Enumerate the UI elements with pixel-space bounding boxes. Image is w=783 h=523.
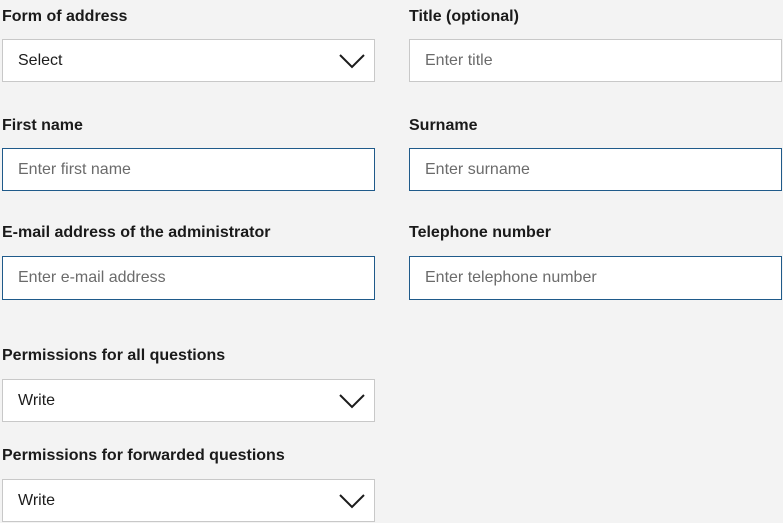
first-name-label: First name <box>2 117 83 134</box>
chevron-down-icon <box>339 53 365 68</box>
surname-input[interactable]: Enter surname <box>409 148 782 191</box>
form-of-address-value: Select <box>18 51 63 69</box>
telephone-label: Telephone number <box>409 224 551 241</box>
title-label: Title (optional) <box>409 8 519 25</box>
permissions-all-value: Write <box>18 391 56 409</box>
title-placeholder: Enter title <box>425 51 493 69</box>
title-input[interactable]: Enter title <box>409 39 782 82</box>
chevron-down-icon <box>339 393 365 408</box>
permissions-forwarded-label: Permissions for forwarded questions <box>2 447 285 464</box>
first-name-placeholder: Enter first name <box>18 160 131 178</box>
telephone-placeholder: Enter telephone number <box>425 269 597 286</box>
permissions-forwarded-select[interactable]: Write <box>2 479 375 522</box>
permissions-all-label: Permissions for all questions <box>2 347 226 364</box>
email-placeholder: Enter e-mail address <box>18 269 166 286</box>
surname-placeholder: Enter surname <box>425 160 530 178</box>
surname-label: Surname <box>409 117 478 134</box>
email-label: E-mail address of the administrator <box>2 224 271 241</box>
form-of-address-select[interactable]: Select <box>2 39 375 82</box>
email-input[interactable]: Enter e-mail address <box>2 256 375 300</box>
form-of-address-label: Form of address <box>2 8 128 25</box>
first-name-input[interactable]: Enter first name <box>2 148 375 191</box>
permissions-all-select[interactable]: Write <box>2 379 375 422</box>
chevron-down-icon <box>339 493 365 508</box>
telephone-input[interactable]: Enter telephone number <box>409 256 782 300</box>
permissions-forwarded-value: Write <box>18 491 56 509</box>
